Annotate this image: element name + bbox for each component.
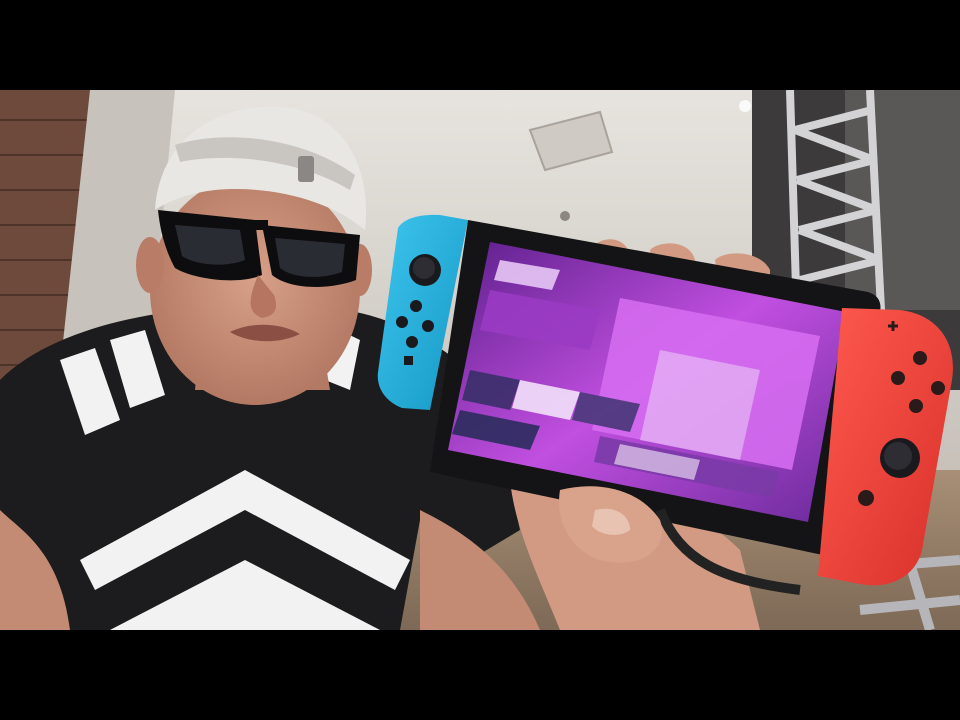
letterbox-bottom	[0, 630, 960, 720]
cap-buckle	[298, 156, 314, 182]
ceiling-spotlight	[739, 100, 751, 112]
photo-scene	[0, 90, 960, 630]
letterbox-top	[0, 0, 960, 90]
video-frame	[0, 0, 960, 720]
scene-illustration	[0, 90, 960, 630]
ceiling-light	[560, 211, 570, 221]
left-ear	[136, 237, 164, 293]
wall-panel	[845, 90, 960, 310]
